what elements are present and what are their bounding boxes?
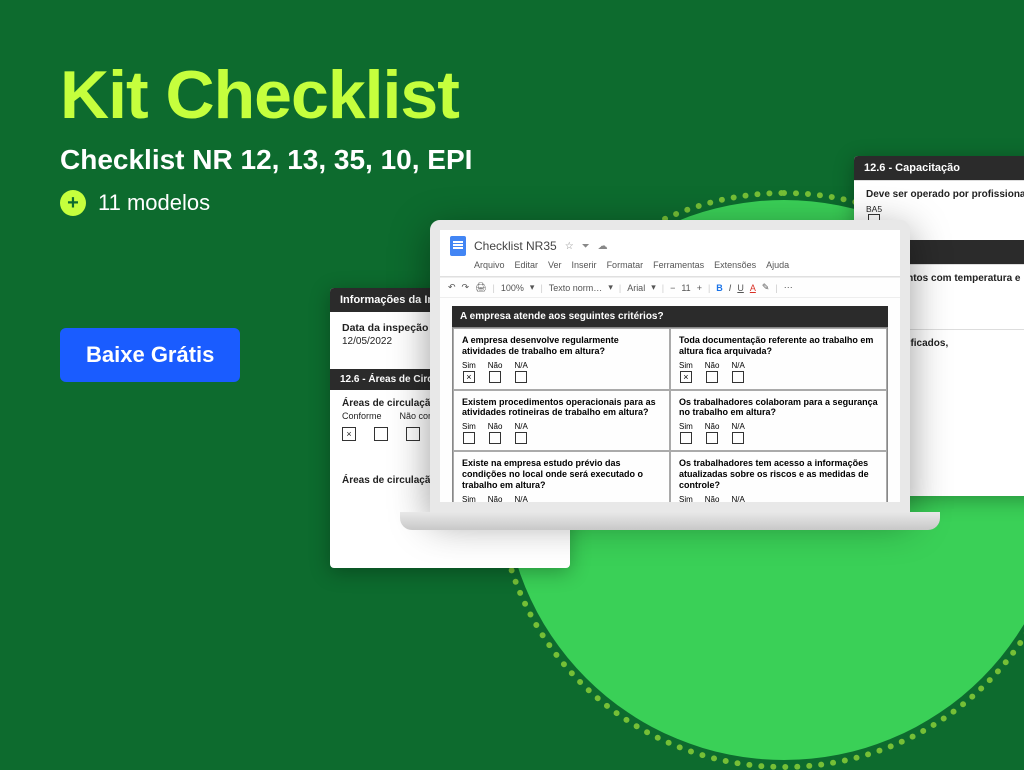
laptop-mockup: Checklist NR35 ☆ ⏷ ☁ Arquivo Editar Ver …: [430, 220, 910, 530]
plus-models-text: 11 modelos: [98, 190, 210, 216]
checkbox-icon: [406, 427, 420, 441]
checkbox-icon: [374, 427, 388, 441]
checkbox-icon: [706, 505, 718, 512]
plus-icon: +: [60, 190, 86, 216]
checkbox-icon: [732, 432, 744, 444]
checkbox-icon: [489, 505, 501, 512]
checkbox-icon: [706, 432, 718, 444]
checkbox-icon: [515, 371, 527, 383]
checkbox-icon: [515, 432, 527, 444]
doc-cell: A empresa desenvolve regularmente ativid…: [453, 328, 670, 390]
checkbox-icon: [489, 432, 501, 444]
checkbox-icon: [680, 432, 692, 444]
gdocs-icon: [450, 236, 466, 256]
laptop-base: [400, 512, 940, 530]
checkbox-icon: [680, 505, 692, 512]
laptop-screen: Checklist NR35 ☆ ⏷ ☁ Arquivo Editar Ver …: [430, 220, 910, 512]
document-title: Checklist NR35: [474, 239, 557, 253]
checkbox-icon: [680, 371, 692, 383]
doc-cell: Existe na empresa estudo prévio das cond…: [453, 451, 670, 512]
checkbox-icon: [489, 371, 501, 383]
gdocs-toolbar: ↶↷🖨| 100%▾| Texto norm…▾| Arial▾| −11+| …: [440, 277, 900, 298]
gdocs-menu: Arquivo Editar Ver Inserir Formatar Ferr…: [450, 256, 890, 276]
star-icon: ☆: [565, 241, 574, 252]
doc-cell: Toda documentação referente ao trabalho …: [670, 328, 887, 390]
plus-models-row: + 11 modelos: [60, 190, 210, 216]
hero-subtitle: Checklist NR 12, 13, 35, 10, EPI: [60, 144, 472, 176]
checkbox-icon: [515, 505, 527, 512]
doc-cell: Os trabalhadores colaboram para a segura…: [670, 390, 887, 452]
checkbox-icon: [463, 505, 475, 512]
doc-section-header: A empresa atende aos seguintes critérios…: [452, 306, 888, 327]
checkbox-icon: [463, 371, 475, 383]
checkbox-icon: [706, 371, 718, 383]
doc-cell: Existem procedimentos operacionais para …: [453, 390, 670, 452]
move-icon: ⏷: [582, 241, 590, 252]
checkbox-icon: [342, 427, 356, 441]
cloud-icon: ☁: [598, 241, 608, 252]
doc-cell: Os trabalhadores tem acesso a informaçõe…: [670, 451, 887, 512]
card-header: 12.6 - Capacitação: [854, 156, 1024, 180]
checkbox-icon: [732, 505, 744, 512]
checkbox-icon: [463, 432, 475, 444]
checkbox-icon: [732, 371, 744, 383]
download-free-button[interactable]: Baixe Grátis: [60, 328, 240, 382]
hero-title: Kit Checklist: [60, 56, 459, 134]
